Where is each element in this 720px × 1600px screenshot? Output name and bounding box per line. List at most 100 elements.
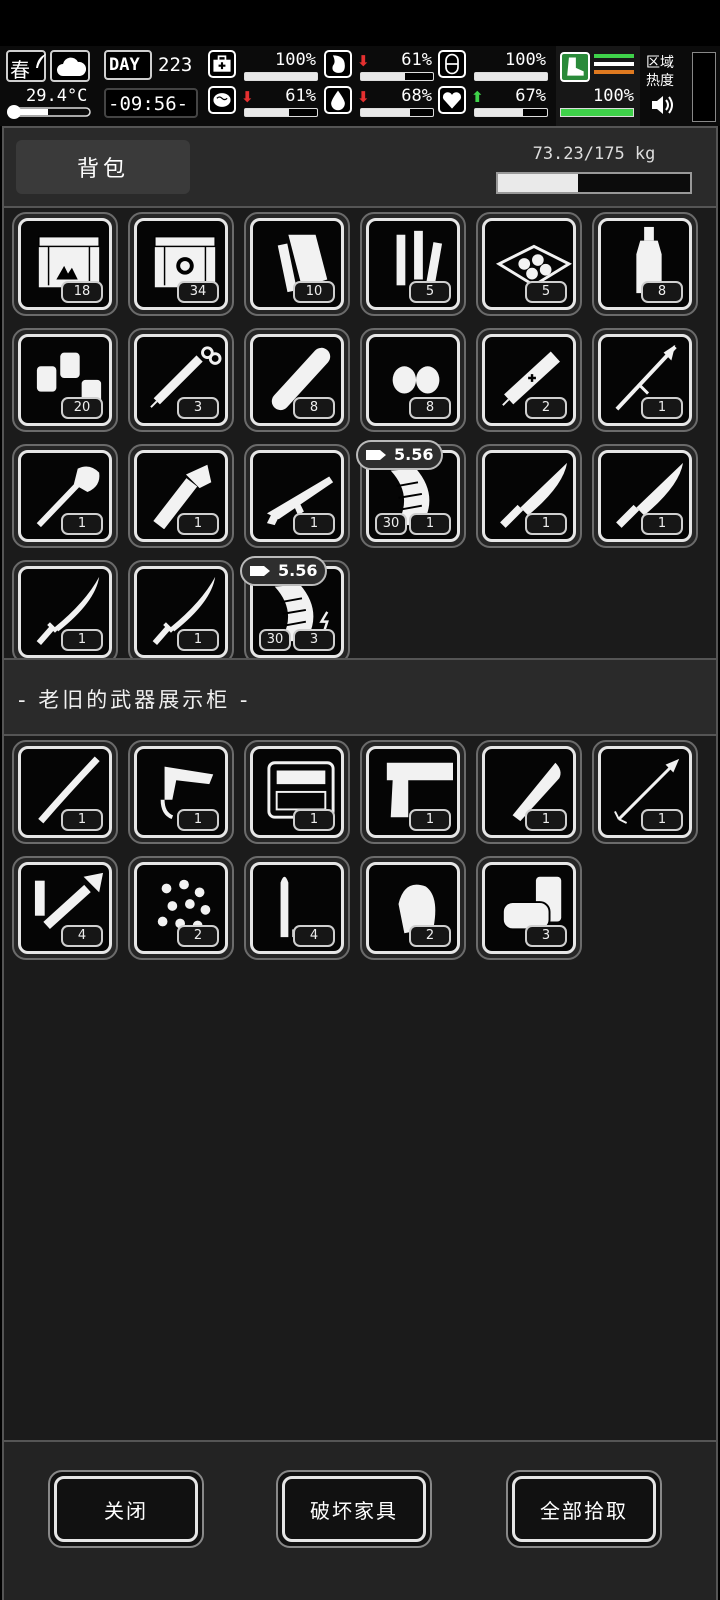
ammo-count: 30: [375, 513, 407, 535]
backpack-tab[interactable]: 背包: [16, 140, 190, 194]
stack-count: 1: [61, 629, 103, 651]
stack-count: 1: [177, 629, 219, 651]
backpack-slot-crate-emblem[interactable]: 34: [128, 212, 234, 316]
stack-count: 10: [293, 281, 335, 303]
health-bar: [244, 72, 318, 81]
action-bar: 关闭 破坏家具 全部拾取: [4, 1440, 716, 1600]
stack-count: 1: [525, 809, 567, 831]
backpack-slot-knife[interactable]: 1: [476, 444, 582, 548]
medkit-icon: [208, 50, 236, 78]
stack-count: 1: [177, 513, 219, 535]
stack-count: 1: [409, 513, 451, 535]
inventory-panel: 背包 73.23/175 kg 18 34 10 5 5 8 20 3 8 8 2 1 1 1 1 1 30 5.…: [2, 126, 718, 1600]
take-all-button[interactable]: 全部拾取: [506, 1470, 662, 1548]
cloud-icon: [57, 57, 86, 76]
stack-count: 1: [61, 513, 103, 535]
backpack-grid: 18 34 10 5 5 8 20 3 8 8 2 1 1 1 1 1 30 5.56 1 1 1 1 3 30 5.56: [4, 208, 716, 658]
zone-heat-label: 区域 热度: [646, 55, 674, 89]
backpack-slot-wrench[interactable]: 1: [128, 444, 234, 548]
backpack-slot-wire-roll[interactable]: 10: [244, 212, 350, 316]
container-slot-pistol-frame[interactable]: 1: [360, 740, 466, 844]
stomach-icon: [324, 50, 352, 78]
backpack-slot-bandage-roll[interactable]: 8: [244, 328, 350, 432]
hunger-value: 61%: [401, 50, 432, 70]
stack-count: 3: [177, 397, 219, 419]
stack-count: 2: [177, 925, 219, 947]
armor-stripes: [594, 54, 634, 74]
mood-value: 67%: [515, 86, 546, 106]
weather-badge: [50, 50, 90, 82]
stack-count: 1: [409, 809, 451, 831]
stack-count: 8: [409, 397, 451, 419]
stack-count: 2: [409, 925, 451, 947]
caliber-badge: 5.56: [356, 440, 444, 470]
clock-box: -09:56-: [104, 88, 198, 118]
thirst-value: 68%: [401, 86, 432, 106]
ammo-count: 30: [259, 629, 291, 651]
backpack-slot-katana[interactable]: 1: [128, 560, 234, 658]
backpack-slot-katana[interactable]: 1: [12, 560, 118, 658]
container-slot-arrow[interactable]: 1: [592, 740, 698, 844]
backpack-slot-assault-rifle[interactable]: 1: [244, 444, 350, 548]
caliber-label: 5.56: [394, 445, 434, 464]
weight-readout: 73.23/175 kg: [532, 144, 656, 164]
close-button[interactable]: 关闭: [48, 1470, 204, 1548]
stack-count: 1: [293, 513, 335, 535]
stamina-value: 100%: [505, 50, 546, 70]
stack-count: 1: [641, 397, 683, 419]
stack-count: 3: [525, 925, 567, 947]
stack-count: 20: [61, 397, 103, 419]
container-slot-slug[interactable]: 2: [360, 856, 466, 960]
backpack-slot-shovel[interactable]: 1: [12, 444, 118, 548]
speaker-icon[interactable]: [650, 94, 676, 116]
stack-count: 4: [293, 925, 335, 947]
mood-bar: [474, 108, 548, 117]
backpack-slot-seeds[interactable]: 8: [360, 328, 466, 432]
stamina-bar: [474, 72, 548, 81]
mental-value: 61%: [285, 86, 316, 106]
destroy-furniture-button[interactable]: 破坏家具: [276, 1470, 432, 1548]
stack-count: 1: [177, 809, 219, 831]
armor-panel: 100%: [556, 46, 640, 126]
stack-count: 4: [61, 925, 103, 947]
stack-count: 5: [525, 281, 567, 303]
thermometer-icon: [7, 105, 91, 119]
stack-count: 1: [293, 809, 335, 831]
status-bar: 春 29.4°C DAY 223 -09:56- 100% ⬇ 61% 100% ⬇ 61…: [0, 46, 720, 126]
container-slot-rocket-launcher[interactable]: 4: [12, 856, 118, 960]
caliber-label: 5.56: [278, 561, 318, 580]
backpack-slot-med-injector[interactable]: 2: [476, 328, 582, 432]
water-drop-icon: [324, 86, 352, 114]
backpack-slot-syringe[interactable]: 3: [128, 328, 234, 432]
stack-count: 5: [409, 281, 451, 303]
container-slot-staff[interactable]: 1: [12, 740, 118, 844]
mental-bar: [244, 108, 318, 117]
stack-count: 34: [177, 281, 219, 303]
container-slot-gun-trigger[interactable]: 1: [128, 740, 234, 844]
season-badge: 春: [6, 50, 46, 82]
container-header: - 老旧的武器展示柜 -: [4, 658, 716, 736]
zone-heat-meter: [692, 52, 716, 122]
container-slot-toolbox[interactable]: 1: [244, 740, 350, 844]
backpack-slot-knife[interactable]: 1: [592, 444, 698, 548]
backpack-slot-bottle[interactable]: 8: [592, 212, 698, 316]
backpack-slot-crate-hazard[interactable]: 18: [12, 212, 118, 316]
stack-count: 1: [525, 513, 567, 535]
day-label: DAY: [109, 55, 140, 75]
container-title: - 老旧的武器展示柜 -: [18, 688, 251, 712]
backpack-slot-tray-stones[interactable]: 5: [476, 212, 582, 316]
container-grid: 1 1 1 1 1 1 4 2 4 2 3: [4, 736, 716, 1436]
backpack-slot-lanterns[interactable]: 20: [12, 328, 118, 432]
container-slot-cartridge[interactable]: 4: [244, 856, 350, 960]
zone-heat[interactable]: 区域 热度: [642, 46, 720, 126]
stack-count: 18: [61, 281, 103, 303]
backpack-slot-spear[interactable]: 1: [592, 328, 698, 432]
container-slot-pellets[interactable]: 2: [128, 856, 234, 960]
container-slot-bullet-tip[interactable]: 1: [476, 740, 582, 844]
backpack-slot-tubes[interactable]: 5: [360, 212, 466, 316]
container-slot-shotgun-shells[interactable]: 3: [476, 856, 582, 960]
stack-count: 8: [293, 397, 335, 419]
capsule-icon: [438, 50, 466, 78]
health-value: 100%: [275, 50, 316, 70]
stack-count: 1: [641, 809, 683, 831]
